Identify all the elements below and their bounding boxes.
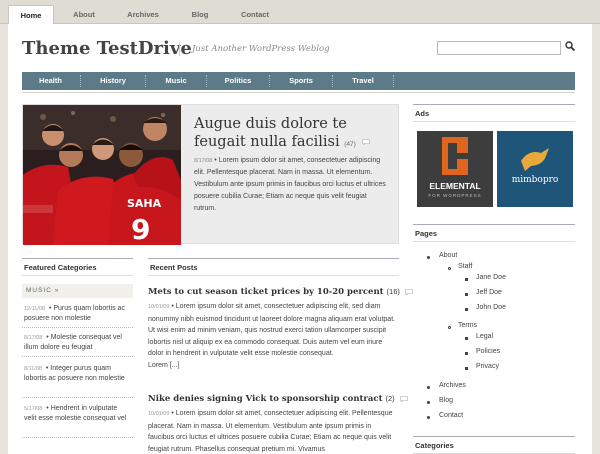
- recent-post-title[interactable]: Nike denies signing Vick to sponsorship …: [148, 393, 408, 405]
- list-bullet: [427, 256, 430, 259]
- featured-category-item[interactable]: 5/17/08 • Hendrerit in vulputate velit e…: [22, 401, 133, 438]
- top-nav-about[interactable]: About: [58, 5, 110, 24]
- featured-category-item[interactable]: 8/11/08 • Integer purus quam lobortis ac…: [22, 361, 133, 398]
- elemental-ad[interactable]: ELEMENTAL FOR WORDPRESS: [417, 131, 493, 207]
- pages-heading: Pages: [413, 224, 575, 242]
- nav-sports[interactable]: Sports: [271, 72, 331, 90]
- page-link-staff-member[interactable]: Jane Doe: [476, 274, 506, 281]
- comment-icon: [405, 288, 413, 295]
- page-link-staff-member[interactable]: Jeff Doe: [476, 289, 502, 296]
- featured-post-excerpt: 8/17/08 • Lorem ipsum dolor sit amet, co…: [194, 157, 386, 212]
- page-link-terms-item[interactable]: Policies: [476, 348, 500, 355]
- top-navigation: Home About Archives Blog Contact: [0, 0, 600, 24]
- list-bullet: [465, 308, 468, 311]
- search-icon[interactable]: [564, 40, 576, 52]
- list-bullet: [427, 401, 430, 404]
- recent-posts-heading: Recent Posts: [148, 258, 399, 276]
- top-nav-contact[interactable]: Contact: [228, 5, 282, 24]
- comment-icon: [399, 395, 408, 402]
- categories-heading: Categories: [413, 436, 575, 454]
- top-nav-archives[interactable]: Archives: [114, 5, 172, 24]
- list-bullet: [465, 278, 468, 281]
- read-more-link[interactable]: Lorem [...]: [148, 362, 180, 369]
- recent-post-title[interactable]: Mets to cut season ticket prices by 10-2…: [148, 286, 413, 298]
- page-link-terms[interactable]: Terms: [458, 322, 477, 329]
- featured-post-title[interactable]: Augue duis dolore te feugait nulla facil…: [194, 115, 389, 151]
- top-nav-blog[interactable]: Blog: [176, 5, 224, 24]
- elemental-ad-name: ELEMENTAL: [429, 181, 481, 191]
- page-link-staff-member[interactable]: John Doe: [476, 304, 506, 311]
- page-link-blog[interactable]: Blog: [439, 397, 453, 404]
- page-link-terms-item[interactable]: Legal: [476, 333, 493, 340]
- page-link-staff[interactable]: Staff: [458, 263, 472, 270]
- recent-post: Mets to cut season ticket prices by 10-2…: [148, 286, 413, 371]
- page-link-terms-item[interactable]: Privacy: [476, 363, 499, 370]
- page-link-about[interactable]: About: [439, 252, 457, 259]
- featured-categories-heading: Featured Categories: [22, 258, 133, 276]
- nav-health[interactable]: Health: [22, 72, 79, 90]
- nav-travel[interactable]: Travel: [334, 72, 392, 90]
- nav-politics[interactable]: Politics: [208, 72, 268, 90]
- recent-post-body: 10/01/09 • Lorem ipsum dolor sit amet, c…: [148, 410, 393, 453]
- site-tagline: Just Another WordPress Weblog: [179, 42, 330, 56]
- featured-post-image[interactable]: SAHA 9: [23, 105, 181, 245]
- list-bullet: [465, 367, 468, 370]
- featured-category-item[interactable]: 12/11/08 • Purus quam lobortis ac posuer…: [22, 301, 133, 328]
- svg-text:SAHA: SAHA: [127, 197, 162, 210]
- recent-post-body: 10/01/09 • Lorem ipsum dolor sit amet, c…: [148, 303, 396, 369]
- recent-post: Nike denies signing Vick to sponsorship …: [148, 393, 408, 454]
- page-content: Theme TestDrive Just Another WordPress W…: [8, 24, 592, 454]
- list-bullet: [427, 416, 430, 419]
- list-bullet: [448, 326, 451, 329]
- list-bullet: [465, 337, 468, 340]
- nav-separator: [332, 75, 333, 87]
- nav-separator: [145, 75, 146, 87]
- featured-post: SAHA 9 Augue duis dolore te feugait null…: [22, 104, 399, 245]
- list-bullet: [465, 352, 468, 355]
- nav-separator: [80, 75, 81, 87]
- nav-separator: [393, 75, 394, 87]
- main-navigation: Health History Music Politics Sports Tra…: [22, 72, 575, 90]
- comment-icon: [362, 139, 371, 145]
- nav-divider: [22, 92, 575, 93]
- list-bullet: [465, 293, 468, 296]
- nav-separator: [206, 75, 207, 87]
- mimbo-ad-name: mimbopro: [511, 175, 559, 185]
- svg-text:9: 9: [131, 213, 150, 245]
- elemental-ad-sub: FOR WORDPRESS: [428, 193, 482, 198]
- nav-history[interactable]: History: [82, 72, 144, 90]
- featured-comment-count[interactable]: (47): [344, 141, 356, 148]
- site-title[interactable]: Theme TestDrive: [22, 38, 192, 59]
- featured-category-label[interactable]: MUSIC »: [22, 284, 133, 298]
- bird-icon: [497, 131, 573, 207]
- featured-category-item[interactable]: 8/17/08 • Molestie consequat vel illum d…: [22, 330, 133, 357]
- list-bullet: [427, 386, 430, 389]
- page-link-archives[interactable]: Archives: [439, 382, 466, 389]
- nav-music[interactable]: Music: [147, 72, 205, 90]
- nav-separator: [269, 75, 270, 87]
- page-link-contact[interactable]: Contact: [439, 412, 463, 419]
- football-players-photo: SAHA 9: [23, 105, 181, 245]
- list-bullet: [448, 267, 451, 270]
- search-input[interactable]: [437, 41, 561, 55]
- top-nav-home[interactable]: Home: [8, 5, 54, 24]
- ads-heading: Ads: [413, 104, 575, 122]
- mimbo-ad[interactable]: mimbopro: [497, 131, 573, 207]
